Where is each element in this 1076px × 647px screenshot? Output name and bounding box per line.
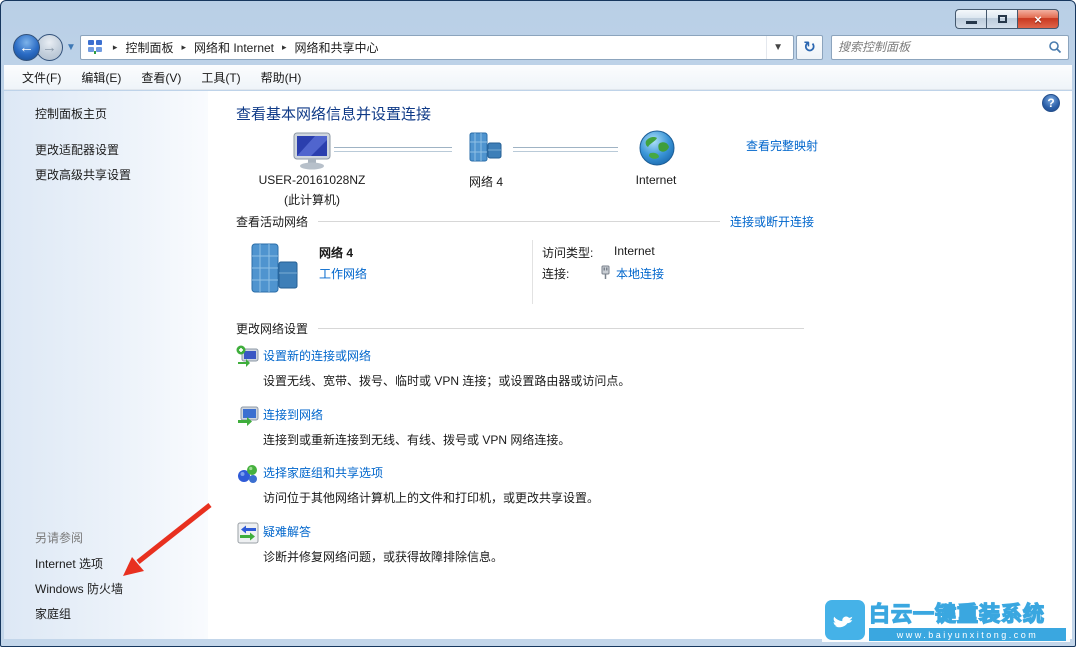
help-button[interactable]: ? [1042, 94, 1060, 112]
close-button[interactable]: × [1017, 9, 1059, 29]
menu-view[interactable]: 查看(V) [131, 66, 191, 89]
change-settings-heading: 更改网络设置 [236, 320, 308, 337]
task-title-link[interactable]: 连接到网络 [263, 406, 570, 423]
section-rule [318, 328, 804, 329]
search-icon [1048, 40, 1062, 54]
bird-logo-icon [825, 600, 865, 640]
sidebar: 控制面板主页 更改适配器设置 更改高级共享设置 另请参阅 Internet 选项… [4, 91, 208, 639]
new-connection-icon [236, 345, 260, 369]
active-network-name: 网络 4 [319, 244, 353, 261]
column-divider [532, 240, 533, 304]
refresh-button[interactable]: ↻ [796, 35, 823, 60]
map-internet-label: Internet [616, 173, 696, 187]
menu-bar: 文件(F) 编辑(E) 查看(V) 工具(T) 帮助(H) [4, 65, 1072, 90]
view-full-map-link[interactable]: 查看完整映射 [746, 137, 818, 154]
search-box[interactable] [831, 35, 1069, 60]
forward-button[interactable]: → [36, 34, 63, 61]
task-homegroup-options: 选择家庭组和共享选项 访问位于其他网络计算机上的文件和打印机，或更改共享设置。 [236, 464, 599, 506]
map-connector-line [513, 147, 618, 152]
breadcrumb-network-internet[interactable]: 网络和 Internet [194, 39, 274, 56]
menu-edit[interactable]: 编辑(E) [71, 66, 131, 89]
menu-tools[interactable]: 工具(T) [191, 66, 250, 89]
connect-network-icon [236, 404, 260, 428]
watermark: 白云一键重装系统 www.baiyunxitong.com [822, 597, 1070, 642]
troubleshoot-icon [236, 521, 260, 545]
task-description: 访问位于其他网络计算机上的文件和打印机，或更改共享设置。 [263, 489, 599, 506]
help-icon: ? [1047, 96, 1054, 110]
navigation-bar: ← → ▼ ▸ 控制面板 ▸ 网络和 Internet ▸ 网络和共享中心 ▼ … [7, 31, 1069, 63]
sidebar-see-also-heading: 另请参阅 [35, 529, 83, 546]
task-troubleshoot: 疑难解答 诊断并修复网络问题，或获得故障排除信息。 [236, 523, 503, 565]
homegroup-icon [236, 462, 260, 486]
network-type-link[interactable]: 工作网络 [319, 265, 367, 282]
minimize-icon [966, 21, 977, 24]
maximize-icon [998, 15, 1007, 23]
task-title-link[interactable]: 选择家庭组和共享选项 [263, 464, 599, 481]
watermark-url: www.baiyunxitong.com [869, 628, 1066, 641]
network-icon [466, 131, 506, 167]
history-dropdown[interactable]: ▼ [66, 42, 76, 53]
forward-icon: → [42, 39, 57, 56]
section-rule [318, 221, 720, 222]
main-content: 查看基本网络信息并设置连接 ? USER-20161028NZ (此计算机) [208, 91, 1072, 639]
sidebar-item-internet-options[interactable]: Internet 选项 [35, 555, 103, 572]
work-network-icon [246, 240, 302, 302]
close-icon: × [1034, 12, 1042, 27]
ethernet-plug-icon [600, 265, 611, 279]
back-button[interactable]: ← [13, 34, 40, 61]
search-input[interactable] [838, 40, 1048, 54]
sidebar-item-windows-firewall[interactable]: Windows 防火墙 [35, 580, 123, 597]
back-icon: ← [19, 39, 34, 56]
caption-buttons: × [955, 9, 1059, 29]
sidebar-item-control-panel-home[interactable]: 控制面板主页 [35, 105, 107, 122]
task-description: 诊断并修复网络问题，或获得故障排除信息。 [263, 548, 503, 565]
address-dropdown-icon[interactable]: ▼ [766, 36, 789, 59]
task-new-connection: 设置新的连接或网络 设置无线、宽带、拨号、临时或 VPN 连接；或设置路由器或访… [236, 347, 630, 389]
address-bar[interactable]: ▸ 控制面板 ▸ 网络和 Internet ▸ 网络和共享中心 ▼ [80, 35, 794, 60]
breadcrumb-control-panel[interactable]: 控制面板 [125, 39, 173, 56]
menu-file[interactable]: 文件(F) [12, 66, 71, 89]
minimize-button[interactable] [955, 9, 986, 29]
maximize-button[interactable] [986, 9, 1017, 29]
map-network-name: 网络 4 [446, 173, 526, 190]
network-center-icon [87, 39, 103, 55]
access-type-label: 访问类型: [542, 244, 593, 261]
window-body: 控制面板主页 更改适配器设置 更改高级共享设置 另请参阅 Internet 选项… [4, 91, 1072, 639]
task-connect-network: 连接到网络 连接到或重新连接到无线、有线、拨号或 VPN 网络连接。 [236, 406, 570, 448]
breadcrumb-arrow-icon: ▸ [105, 42, 126, 53]
map-computer-name: USER-20161028NZ [238, 173, 386, 187]
refresh-icon: ↻ [803, 38, 816, 56]
computer-icon [288, 131, 336, 171]
task-title-link[interactable]: 疑难解答 [263, 523, 503, 540]
access-type-value: Internet [614, 244, 655, 258]
breadcrumb-arrow-icon: ▸ [274, 42, 295, 53]
internet-globe-icon [638, 129, 676, 167]
sidebar-item-change-adapter[interactable]: 更改适配器设置 [35, 141, 119, 158]
map-connector-line [334, 147, 452, 152]
active-network-item: 网络 4 工作网络 访问类型: Internet 连接: 本地连接 [236, 238, 814, 308]
sidebar-item-homegroup[interactable]: 家庭组 [35, 605, 71, 622]
page-title: 查看基本网络信息并设置连接 [236, 103, 431, 124]
local-connection-link[interactable]: 本地连接 [616, 265, 664, 282]
connect-disconnect-link[interactable]: 连接或断开连接 [730, 213, 814, 230]
watermark-title: 白云一键重装系统 [869, 598, 1066, 628]
explorer-window: × ← → ▼ ▸ 控制面板 ▸ 网络和 Internet ▸ 网络和共享中心 … [0, 0, 1076, 647]
task-description: 设置无线、宽带、拨号、临时或 VPN 连接；或设置路由器或访问点。 [263, 372, 630, 389]
task-title-link[interactable]: 设置新的连接或网络 [263, 347, 630, 364]
breadcrumb-sharing-center[interactable]: 网络和共享中心 [295, 39, 379, 56]
breadcrumb-arrow-icon: ▸ [173, 42, 194, 53]
task-description: 连接到或重新连接到无线、有线、拨号或 VPN 网络连接。 [263, 431, 570, 448]
map-computer-sub: (此计算机) [238, 191, 386, 208]
connection-label: 连接: [542, 265, 569, 282]
active-networks-heading: 查看活动网络 [236, 213, 308, 230]
menu-help[interactable]: 帮助(H) [251, 66, 312, 89]
sidebar-item-advanced-sharing[interactable]: 更改高级共享设置 [35, 166, 131, 183]
